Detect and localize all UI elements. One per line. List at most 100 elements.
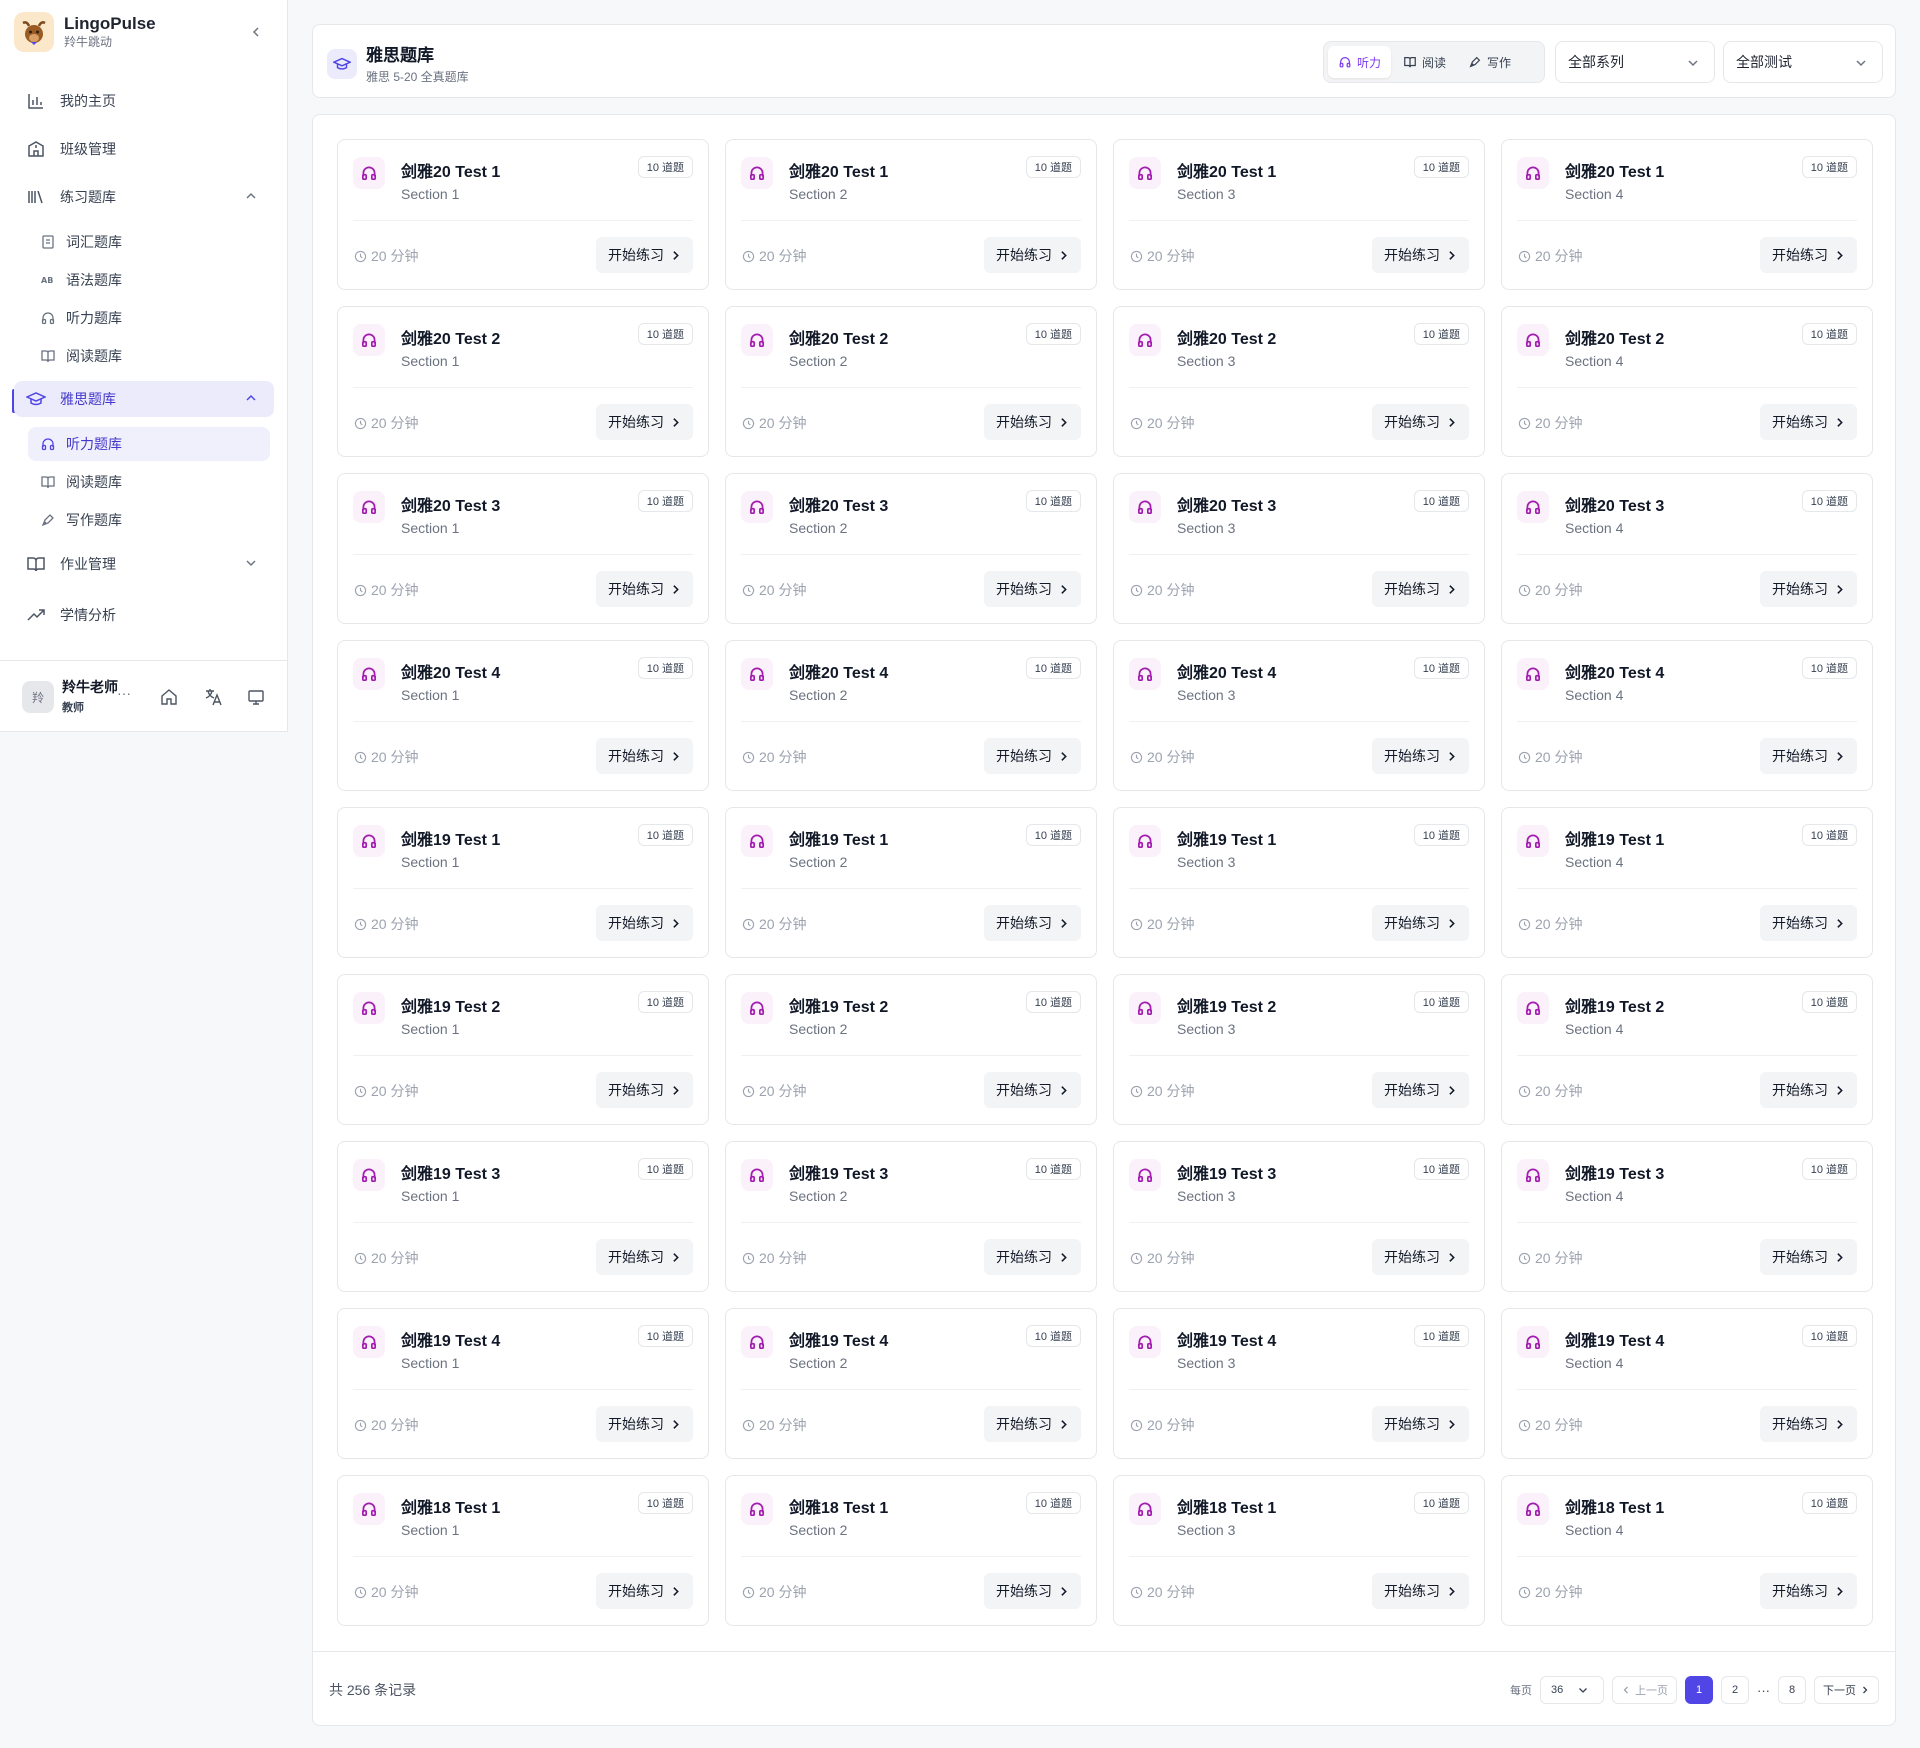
avatar[interactable]: 羚 — [22, 681, 54, 713]
sub-listening[interactable]: 听力题库 — [28, 301, 270, 335]
start-practice-button[interactable]: 开始练习 — [1372, 1573, 1469, 1609]
question-card[interactable]: 剑雅19 Test 4 Section 3 10 道题 20 分钟 开始练习 — [1113, 1308, 1485, 1459]
start-practice-button[interactable]: 开始练习 — [596, 571, 693, 607]
start-practice-button[interactable]: 开始练习 — [596, 1239, 693, 1275]
start-practice-button[interactable]: 开始练习 — [596, 1406, 693, 1442]
sub-grammar[interactable]: AB 语法题库 — [28, 263, 270, 297]
question-card[interactable]: 剑雅19 Test 1 Section 4 10 道题 20 分钟 开始练习 — [1501, 807, 1873, 958]
start-practice-button[interactable]: 开始练习 — [984, 1573, 1081, 1609]
start-practice-button[interactable]: 开始练习 — [1760, 1239, 1857, 1275]
series-select[interactable]: 全部系列 — [1555, 41, 1715, 83]
sub-ielts-listening[interactable]: 听力题库 — [28, 427, 270, 461]
start-practice-button[interactable]: 开始练习 — [1372, 1406, 1469, 1442]
start-practice-button[interactable]: 开始练习 — [1372, 571, 1469, 607]
question-card[interactable]: 剑雅19 Test 3 Section 3 10 道题 20 分钟 开始练习 — [1113, 1141, 1485, 1292]
question-card[interactable]: 剑雅20 Test 1 Section 3 10 道题 20 分钟 开始练习 — [1113, 139, 1485, 290]
question-card[interactable]: 剑雅20 Test 4 Section 1 10 道题 20 分钟 开始练习 — [337, 640, 709, 791]
sub-ielts-reading[interactable]: 阅读题库 — [28, 465, 270, 499]
question-card[interactable]: 剑雅20 Test 3 Section 2 10 道题 20 分钟 开始练习 — [725, 473, 1097, 624]
question-card[interactable]: 剑雅19 Test 2 Section 3 10 道题 20 分钟 开始练习 — [1113, 974, 1485, 1125]
start-practice-button[interactable]: 开始练习 — [984, 571, 1081, 607]
start-practice-button[interactable]: 开始练习 — [984, 905, 1081, 941]
question-card[interactable]: 剑雅19 Test 1 Section 1 10 道题 20 分钟 开始练习 — [337, 807, 709, 958]
nav-classes[interactable]: 班级管理 — [14, 131, 274, 167]
start-practice-button[interactable]: 开始练习 — [1760, 404, 1857, 440]
start-practice-button[interactable]: 开始练习 — [984, 237, 1081, 273]
page-2-button[interactable]: 2 — [1721, 1676, 1749, 1704]
home-icon[interactable] — [159, 687, 179, 707]
question-card[interactable]: 剑雅20 Test 2 Section 1 10 道题 20 分钟 开始练习 — [337, 306, 709, 457]
start-practice-button[interactable]: 开始练习 — [984, 1406, 1081, 1442]
start-practice-button[interactable]: 开始练习 — [984, 1072, 1081, 1108]
start-practice-button[interactable]: 开始练习 — [1372, 1239, 1469, 1275]
start-practice-button[interactable]: 开始练习 — [596, 1573, 693, 1609]
question-card[interactable]: 剑雅18 Test 1 Section 4 10 道题 20 分钟 开始练习 — [1501, 1475, 1873, 1626]
start-practice-button[interactable]: 开始练习 — [1760, 1406, 1857, 1442]
start-practice-button[interactable]: 开始练习 — [1760, 738, 1857, 774]
question-card[interactable]: 剑雅20 Test 2 Section 3 10 道题 20 分钟 开始练习 — [1113, 306, 1485, 457]
start-practice-button[interactable]: 开始练习 — [984, 738, 1081, 774]
question-card[interactable]: 剑雅20 Test 2 Section 4 10 道题 20 分钟 开始练习 — [1501, 306, 1873, 457]
user-more-button[interactable]: ··· — [117, 685, 131, 701]
start-practice-button[interactable]: 开始练习 — [1760, 571, 1857, 607]
question-card[interactable]: 剑雅20 Test 2 Section 2 10 道题 20 分钟 开始练习 — [725, 306, 1097, 457]
test-select[interactable]: 全部测试 — [1723, 41, 1883, 83]
question-card[interactable]: 剑雅18 Test 1 Section 2 10 道题 20 分钟 开始练习 — [725, 1475, 1097, 1626]
collapse-sidebar-button[interactable] — [244, 20, 268, 44]
start-practice-button[interactable]: 开始练习 — [596, 1072, 693, 1108]
nav-analytics[interactable]: 学情分析 — [14, 597, 274, 633]
page-last-button[interactable]: 8 — [1778, 1676, 1806, 1704]
question-card[interactable]: 剑雅19 Test 1 Section 3 10 道题 20 分钟 开始练习 — [1113, 807, 1485, 958]
question-card[interactable]: 剑雅20 Test 3 Section 3 10 道题 20 分钟 开始练习 — [1113, 473, 1485, 624]
nav-ielts[interactable]: 雅思题库 — [14, 381, 274, 417]
question-card[interactable]: 剑雅19 Test 3 Section 4 10 道题 20 分钟 开始练习 — [1501, 1141, 1873, 1292]
start-practice-button[interactable]: 开始练习 — [1372, 404, 1469, 440]
question-card[interactable]: 剑雅19 Test 4 Section 4 10 道题 20 分钟 开始练习 — [1501, 1308, 1873, 1459]
start-practice-button[interactable]: 开始练习 — [596, 905, 693, 941]
question-card[interactable]: 剑雅19 Test 2 Section 4 10 道题 20 分钟 开始练习 — [1501, 974, 1873, 1125]
tab-listening[interactable]: 听力 — [1328, 46, 1392, 78]
question-card[interactable]: 剑雅19 Test 3 Section 1 10 道题 20 分钟 开始练习 — [337, 1141, 709, 1292]
start-practice-button[interactable]: 开始练习 — [984, 1239, 1081, 1275]
start-practice-button[interactable]: 开始练习 — [596, 738, 693, 774]
question-card[interactable]: 剑雅18 Test 1 Section 1 10 道题 20 分钟 开始练习 — [337, 1475, 709, 1626]
start-practice-button[interactable]: 开始练习 — [596, 404, 693, 440]
nav-homework[interactable]: 作业管理 — [14, 546, 274, 582]
question-card[interactable]: 剑雅20 Test 1 Section 1 10 道题 20 分钟 开始练习 — [337, 139, 709, 290]
question-card[interactable]: 剑雅18 Test 1 Section 3 10 道题 20 分钟 开始练习 — [1113, 1475, 1485, 1626]
prev-page-button[interactable]: 上一页 — [1612, 1676, 1677, 1704]
start-practice-button[interactable]: 开始练习 — [1372, 738, 1469, 774]
question-card[interactable]: 剑雅20 Test 4 Section 4 10 道题 20 分钟 开始练习 — [1501, 640, 1873, 791]
start-practice-button[interactable]: 开始练习 — [1760, 905, 1857, 941]
question-card[interactable]: 剑雅19 Test 3 Section 2 10 道题 20 分钟 开始练习 — [725, 1141, 1097, 1292]
question-card[interactable]: 剑雅20 Test 4 Section 3 10 道题 20 分钟 开始练习 — [1113, 640, 1485, 791]
question-card[interactable]: 剑雅19 Test 2 Section 2 10 道题 20 分钟 开始练习 — [725, 974, 1097, 1125]
start-practice-button[interactable]: 开始练习 — [1372, 1072, 1469, 1108]
sub-ielts-writing[interactable]: 写作题库 — [28, 503, 270, 537]
question-card[interactable]: 剑雅20 Test 1 Section 2 10 道题 20 分钟 开始练习 — [725, 139, 1097, 290]
question-card[interactable]: 剑雅20 Test 3 Section 4 10 道题 20 分钟 开始练习 — [1501, 473, 1873, 624]
start-practice-button[interactable]: 开始练习 — [596, 237, 693, 273]
tab-writing[interactable]: 写作 — [1458, 46, 1521, 78]
nav-home[interactable]: 我的主页 — [14, 83, 274, 119]
start-practice-button[interactable]: 开始练习 — [1760, 1573, 1857, 1609]
sub-vocabulary[interactable]: 词汇题库 — [28, 225, 270, 259]
per-page-select[interactable]: 36 — [1540, 1676, 1604, 1704]
start-practice-button[interactable]: 开始练习 — [1760, 1072, 1857, 1108]
monitor-icon[interactable] — [246, 687, 266, 707]
start-practice-button[interactable]: 开始练习 — [1372, 237, 1469, 273]
question-card[interactable]: 剑雅19 Test 1 Section 2 10 道题 20 分钟 开始练习 — [725, 807, 1097, 958]
question-card[interactable]: 剑雅19 Test 4 Section 2 10 道题 20 分钟 开始练习 — [725, 1308, 1097, 1459]
question-card[interactable]: 剑雅20 Test 3 Section 1 10 道题 20 分钟 开始练习 — [337, 473, 709, 624]
question-card[interactable]: 剑雅20 Test 1 Section 4 10 道题 20 分钟 开始练习 — [1501, 139, 1873, 290]
next-page-button[interactable]: 下一页 — [1814, 1676, 1879, 1704]
nav-practice[interactable]: 练习题库 — [14, 179, 274, 215]
start-practice-button[interactable]: 开始练习 — [984, 404, 1081, 440]
tab-reading[interactable]: 阅读 — [1393, 46, 1456, 78]
question-card[interactable]: 剑雅19 Test 4 Section 1 10 道题 20 分钟 开始练习 — [337, 1308, 709, 1459]
start-practice-button[interactable]: 开始练习 — [1760, 237, 1857, 273]
question-card[interactable]: 剑雅20 Test 4 Section 2 10 道题 20 分钟 开始练习 — [725, 640, 1097, 791]
start-practice-button[interactable]: 开始练习 — [1372, 905, 1469, 941]
question-card[interactable]: 剑雅19 Test 2 Section 1 10 道题 20 分钟 开始练习 — [337, 974, 709, 1125]
sub-reading[interactable]: 阅读题库 — [28, 339, 270, 373]
